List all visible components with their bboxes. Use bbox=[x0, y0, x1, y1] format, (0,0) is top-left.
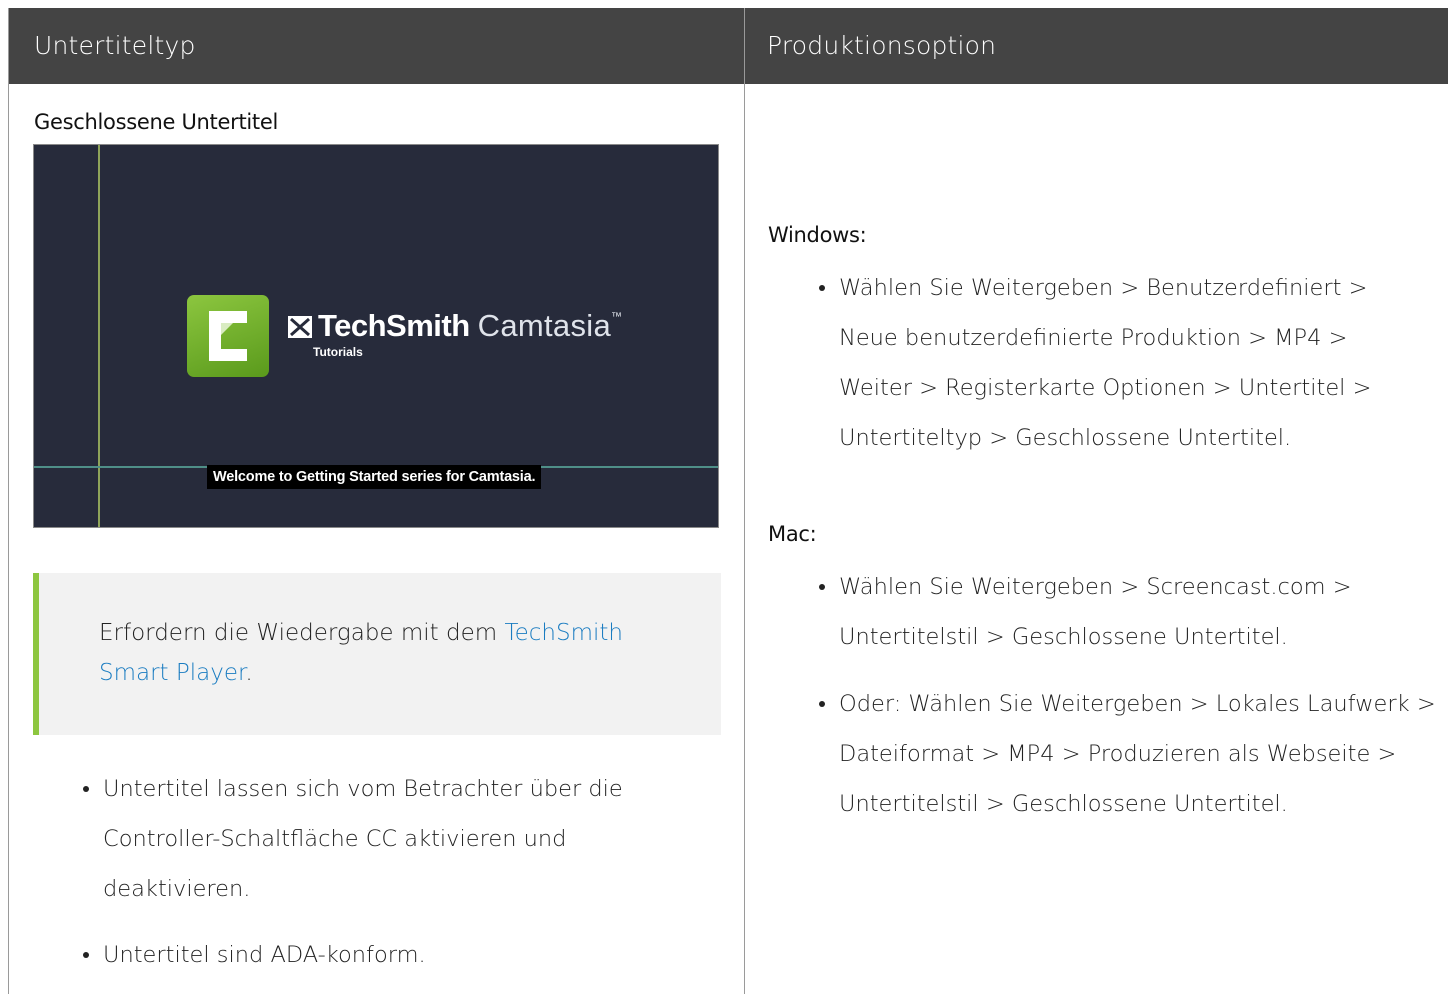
brand-subtitle: Tutorials bbox=[313, 345, 363, 359]
camtasia-logo-icon bbox=[187, 295, 269, 377]
production-option-cell: Windows: Wählen Sie Weitergeben > Benutz… bbox=[745, 84, 1448, 994]
note-text: Erfordern die Wiedergabe mit dem TechSmi… bbox=[99, 613, 689, 693]
captions-table: Untertiteltyp Produktionsoption Geschlos… bbox=[8, 8, 1448, 994]
list-item: Wählen Sie Weitergeben > Screencast.com … bbox=[819, 562, 1419, 662]
brand-techsmith: TechSmith bbox=[318, 308, 470, 343]
closed-caption-text: Welcome to Getting Started series for Ca… bbox=[207, 465, 542, 489]
windows-heading: Windows: bbox=[768, 223, 867, 247]
techsmith-x-icon bbox=[288, 316, 312, 338]
note-text-before: Erfordern die Wiedergabe mit dem bbox=[99, 620, 505, 646]
column-header-caption-type: Untertiteltyp bbox=[34, 31, 196, 60]
note-callout: Erfordern die Wiedergabe mit dem TechSmi… bbox=[33, 573, 721, 735]
video-preview-image: TechSmith Camtasia™ Tutorials Welcome to … bbox=[33, 144, 719, 528]
brand-trademark: ™ bbox=[611, 311, 623, 323]
note-text-after: . bbox=[245, 660, 253, 686]
list-item: Wählen Sie Weitergeben > Benutzerdefinie… bbox=[819, 263, 1419, 463]
list-item: Untertitel sind ADA-konform. bbox=[83, 930, 683, 980]
vertical-guide-line bbox=[98, 145, 100, 527]
mac-heading: Mac: bbox=[768, 522, 817, 546]
list-item: Oder: Wählen Sie Weitergeben > Lokales L… bbox=[819, 679, 1439, 829]
brand-wordmark: TechSmith Camtasia™ bbox=[288, 308, 622, 344]
brand-camtasia: Camtasia bbox=[477, 308, 612, 343]
table-header: Untertiteltyp Produktionsoption bbox=[9, 8, 1448, 84]
list-item: Untertitel lassen sich vom Betrachter üb… bbox=[83, 764, 683, 914]
column-header-production-option: Produktionsoption bbox=[767, 31, 997, 60]
caption-type-cell: Geschlossene Untertitel TechSmith Camtasi… bbox=[9, 84, 744, 994]
caption-type-heading: Geschlossene Untertitel bbox=[34, 110, 279, 134]
